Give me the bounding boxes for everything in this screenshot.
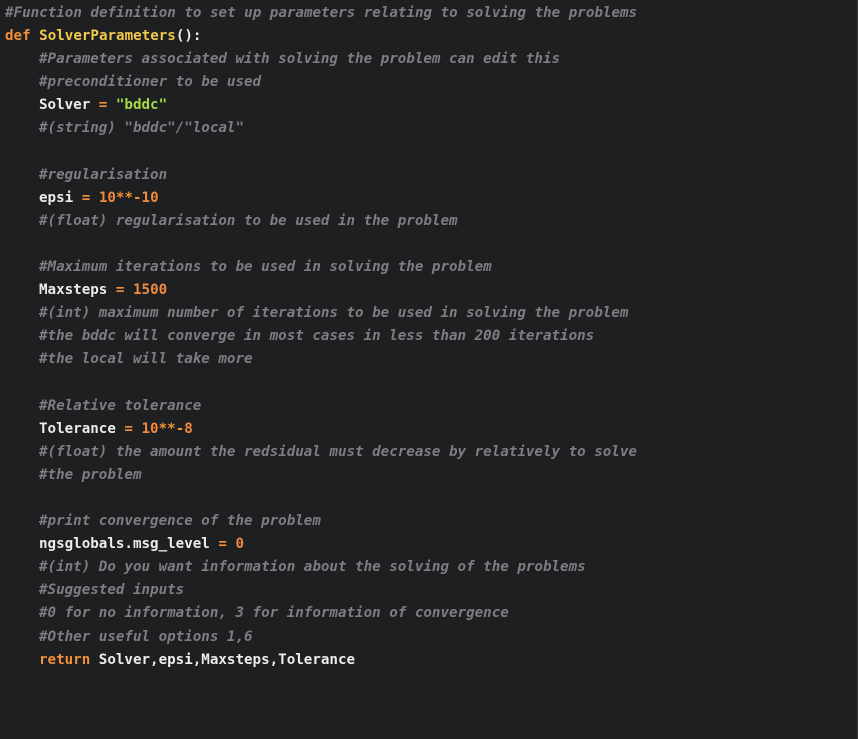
code-line-27: #0 for no information, 3 for information… <box>0 602 857 625</box>
number-literal: 0 <box>235 536 245 553</box>
code-line-18: #Relative tolerance <box>0 395 857 418</box>
code-line-4: #preconditioner to be used <box>0 71 857 94</box>
comment: #print convergence of the problem <box>39 513 321 530</box>
operator: = <box>98 97 108 114</box>
variable: Maxsteps <box>39 282 108 299</box>
code-line-28: #Other useful options 1,6 <box>0 626 857 649</box>
return-values: Solver,epsi,Maxsteps,Tolerance <box>98 651 356 668</box>
operator: = <box>124 420 133 437</box>
comment: #Other useful options 1,6 <box>39 628 253 645</box>
comment: #(float) the amount the redsidual must d… <box>39 443 637 460</box>
comment: #(string) "bddc"/"local" <box>39 120 244 137</box>
comment: #Relative tolerance <box>39 397 202 414</box>
comment: #the bddc will converge in most cases in… <box>39 328 595 345</box>
comment: #(int) Do you want information about the… <box>39 559 586 576</box>
code-line-14: #(int) maximum number of iterations to b… <box>0 302 857 325</box>
operator: **- <box>158 420 185 437</box>
number-literal: 10 <box>98 189 116 206</box>
number-literal: 1500 <box>132 282 168 299</box>
comment: #(float) regularisation to be used in th… <box>39 212 458 229</box>
comment: #the problem <box>39 466 142 483</box>
code-line-26: #Suggested inputs <box>0 579 857 602</box>
operator: = <box>81 189 91 206</box>
operator: = <box>218 536 227 553</box>
number-literal: 8 <box>184 420 193 437</box>
keyword-return: return <box>39 651 91 668</box>
operator: = <box>115 282 125 299</box>
keyword-def: def <box>5 28 31 45</box>
code-line-8: #regularisation <box>0 164 857 187</box>
code-line-15: #the bddc will converge in most cases in… <box>0 325 857 348</box>
function-name: SolverParameters <box>39 28 176 45</box>
code-line-25: #(int) Do you want information about the… <box>0 556 857 579</box>
comment: #preconditioner to be used <box>39 74 262 91</box>
variable: Solver <box>39 97 91 114</box>
code-line-2: def SolverParameters(): <box>0 25 857 48</box>
code-line-1: #Function definition to set up parameter… <box>0 2 857 25</box>
code-line-24: ngsglobals.msg_level = 0 <box>0 533 857 556</box>
number-literal: 10 <box>141 420 159 437</box>
comment: #regularisation <box>39 166 168 183</box>
operator: **- <box>115 189 142 206</box>
code-line-23: #print convergence of the problem <box>0 510 857 533</box>
variable: Tolerance <box>39 420 116 437</box>
string-literal: "bddc" <box>115 97 168 114</box>
code-line-12: #Maximum iterations to be used in solvin… <box>0 256 857 279</box>
comment: #Function definition to set up parameter… <box>5 5 638 21</box>
number-literal: 10 <box>141 189 159 206</box>
variable: ngsglobals.msg_level <box>39 536 210 553</box>
code-line-20: #(float) the amount the redsidual must d… <box>0 441 857 464</box>
code-line-13: Maxsteps = 1500 <box>0 279 857 302</box>
comment: #(int) maximum number of iterations to b… <box>39 305 629 322</box>
comment: #Maximum iterations to be used in solvin… <box>39 259 492 276</box>
code-line-19: Tolerance = 10**-8 <box>0 418 857 441</box>
code-line-29: return Solver,epsi,Maxsteps,Tolerance <box>0 649 857 672</box>
code-line-21: #the problem <box>0 464 857 487</box>
comment: #0 for no information, 3 for information… <box>39 605 509 622</box>
code-line-16: #the local will take more <box>0 348 857 371</box>
variable: epsi <box>39 189 74 206</box>
code-line-10: #(float) regularisation to be used in th… <box>0 210 857 233</box>
comment: #Suggested inputs <box>39 582 185 599</box>
code-editor[interactable]: #Function definition to set up parameter… <box>0 0 858 739</box>
code-line-3: #Parameters associated with solving the … <box>0 48 857 71</box>
code-line-5: Solver = "bddc" <box>0 94 857 117</box>
code-line-6: #(string) "bddc"/"local" <box>0 117 857 140</box>
punctuation: (): <box>175 28 202 45</box>
comment: #the local will take more <box>39 351 253 368</box>
code-line-9: epsi = 10**-10 <box>0 187 857 210</box>
comment: #Parameters associated with solving the … <box>39 51 561 68</box>
